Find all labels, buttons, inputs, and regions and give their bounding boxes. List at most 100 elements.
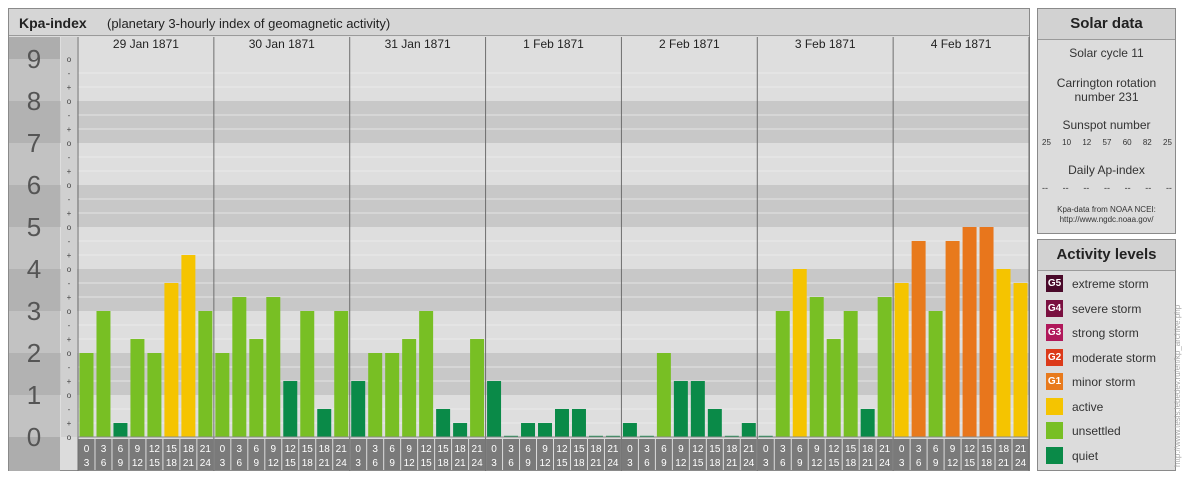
sunspot-value: 57 xyxy=(1102,138,1112,147)
kp-bar xyxy=(860,408,875,437)
hour-start-label: 18 xyxy=(319,444,331,455)
kp-bar xyxy=(792,269,807,437)
hour-start-label: 15 xyxy=(845,444,857,455)
day-label: 4 Feb 1871 xyxy=(931,37,992,51)
hour-start-label: 21 xyxy=(743,444,755,455)
y-minor-tick: - xyxy=(68,69,71,78)
hour-end-label: 21 xyxy=(590,458,602,469)
kp-bar xyxy=(877,297,892,437)
hour-end-label: 12 xyxy=(675,458,687,469)
activity-level-label: severe storm xyxy=(1072,301,1142,316)
y-minor-tick: o xyxy=(67,433,72,442)
y-minor-tick: o xyxy=(67,391,72,400)
ap-value: -- xyxy=(1103,183,1110,193)
activity-level-label: strong storm xyxy=(1072,326,1139,340)
kp-bar xyxy=(775,311,790,437)
hour-start-label: 6 xyxy=(797,444,803,455)
y-tick-label: 6 xyxy=(27,170,41,200)
ap-value: -- xyxy=(1042,183,1048,193)
y-minor-tick: o xyxy=(67,307,72,316)
hour-start-label: 6 xyxy=(933,444,939,455)
activity-level-label: moderate storm xyxy=(1072,350,1157,365)
data-credit-link[interactable]: http://www.ngdc.noaa.gov/ xyxy=(1038,215,1175,225)
hour-start-label: 0 xyxy=(220,444,226,455)
hour-end-label: 15 xyxy=(556,458,568,469)
hour-start-label: 12 xyxy=(149,444,161,455)
activity-level-swatch xyxy=(1046,397,1063,415)
activity-level-swatch: G1 xyxy=(1046,373,1063,390)
hour-start-label: 0 xyxy=(84,444,90,455)
y-minor-tick: + xyxy=(67,167,72,176)
hour-end-label: 21 xyxy=(726,458,738,469)
day-label: 29 Jan 1871 xyxy=(113,37,179,51)
hour-end-label: 15 xyxy=(964,458,976,469)
kp-bar xyxy=(300,311,315,437)
hour-end-label: 6 xyxy=(372,458,378,469)
y-minor-tick: + xyxy=(67,419,72,428)
hour-end-label: 3 xyxy=(220,458,226,469)
kp-bar xyxy=(79,353,94,437)
hour-start-label: 3 xyxy=(780,444,786,455)
kp-bar xyxy=(962,227,977,437)
y-tick-label: 9 xyxy=(27,44,41,74)
source-watermark: http://www.tesis.lebedev.ru/en/kp_archiv… xyxy=(1173,304,1182,467)
kp-bar xyxy=(521,423,536,437)
y-minor-tick: + xyxy=(67,335,72,344)
activity-level-swatch: G4 xyxy=(1046,299,1063,317)
kp-bar xyxy=(945,240,960,437)
ap-value: -- xyxy=(1083,183,1090,193)
hour-end-label: 24 xyxy=(607,458,619,469)
kp-bar xyxy=(656,353,671,437)
hour-start-label: 9 xyxy=(406,444,412,455)
kp-bar xyxy=(911,240,926,437)
y-minor-tick: o xyxy=(67,349,72,358)
hour-end-label: 9 xyxy=(661,458,667,469)
kp-bar xyxy=(215,353,230,437)
kp-bar xyxy=(470,339,485,437)
data-credit: Kpa-data from NOAA NCEI: xyxy=(1057,205,1156,214)
y-minor-tick: - xyxy=(68,279,71,288)
kp-bar xyxy=(317,408,332,437)
hour-start-label: 21 xyxy=(472,444,484,455)
solar-data-panel: Solar data Solar cycle 11 Carrington rot… xyxy=(1037,8,1176,234)
ap-value: -- xyxy=(1145,183,1152,193)
hour-end-label: 15 xyxy=(285,458,297,469)
sunspot-value: 12 xyxy=(1082,138,1092,147)
activity-level-label: unsettled xyxy=(1072,424,1121,438)
hour-start-label: 0 xyxy=(491,444,497,455)
hour-start-label: 18 xyxy=(726,444,738,455)
hour-start-label: 12 xyxy=(285,444,297,455)
hour-start-label: 12 xyxy=(964,444,976,455)
hour-start-label: 9 xyxy=(814,444,820,455)
hour-end-label: 6 xyxy=(916,458,922,469)
day-label: 31 Jan 1871 xyxy=(385,37,451,51)
hour-start-label: 15 xyxy=(573,444,585,455)
hour-end-label: 18 xyxy=(438,458,450,469)
hour-end-label: 6 xyxy=(101,458,107,469)
kp-bar xyxy=(487,381,502,437)
kp-bar xyxy=(436,408,451,437)
hour-start-label: 3 xyxy=(237,444,243,455)
hour-start-label: 3 xyxy=(101,444,107,455)
hour-end-label: 24 xyxy=(743,458,755,469)
solar-data-heading: Solar data xyxy=(1038,9,1175,40)
y-minor-tick: - xyxy=(68,153,71,162)
hour-end-label: 12 xyxy=(268,458,280,469)
ap-index-heading: Daily Ap-index xyxy=(1068,163,1145,177)
kp-bar xyxy=(351,381,366,437)
activity-levels-panel: Activity levels G5 extreme storm G4 severe … xyxy=(1037,239,1176,471)
hour-end-label: 9 xyxy=(254,458,260,469)
kp-bar xyxy=(198,311,213,437)
hour-start-label: 18 xyxy=(455,444,467,455)
hour-start-label: 0 xyxy=(899,444,905,455)
kp-band xyxy=(9,101,1029,143)
day-label: 1 Feb 1871 xyxy=(523,37,584,51)
kp-bar xyxy=(979,227,994,437)
hour-end-label: 18 xyxy=(981,458,993,469)
hour-end-label: 21 xyxy=(455,458,467,469)
kp-bar xyxy=(147,353,162,437)
hour-end-label: 15 xyxy=(149,458,161,469)
hour-start-label: 12 xyxy=(692,444,704,455)
activity-level-swatch xyxy=(1046,446,1063,464)
hour-end-label: 6 xyxy=(237,458,243,469)
